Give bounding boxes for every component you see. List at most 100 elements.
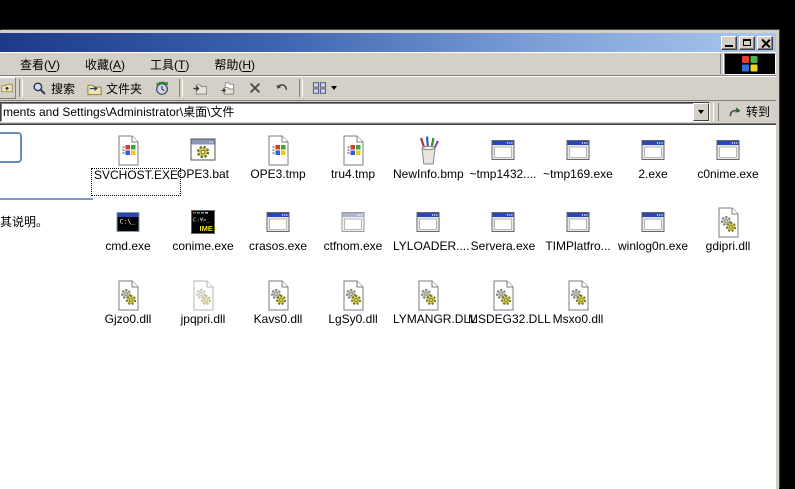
history-icon xyxy=(154,80,170,96)
maximize-button[interactable] xyxy=(739,36,755,50)
address-combo[interactable]: ments and Settings\Administrator\桌面\文件 xyxy=(0,102,710,122)
go-button-label: 转到 xyxy=(746,103,770,120)
webview-divider xyxy=(0,198,93,200)
file-file-icon xyxy=(112,134,144,166)
up-button[interactable] xyxy=(0,77,16,99)
search-button[interactable]: 搜索 xyxy=(26,77,81,99)
views-button[interactable] xyxy=(306,77,343,99)
titlebar[interactable] xyxy=(0,33,776,52)
file-label: jpqpri.dll xyxy=(179,313,228,326)
menu-item[interactable]: 工具(T) xyxy=(138,54,202,75)
file-item[interactable]: TIMPlatfro... xyxy=(541,206,615,253)
folders-button-label: 文件夹 xyxy=(106,80,142,97)
app-file-icon xyxy=(487,206,519,238)
maximize-icon xyxy=(743,39,751,46)
file-item[interactable]: crasos.exe xyxy=(241,206,315,253)
delete-button[interactable] xyxy=(242,77,268,99)
file-label: 2.exe xyxy=(636,168,669,181)
ime-file-icon: C:¥>_IME xyxy=(187,206,219,238)
file-label: LgSy0.dll xyxy=(326,313,379,326)
file-item[interactable]: Gjzo0.dll xyxy=(91,279,165,326)
menu-item[interactable]: 收藏(A) xyxy=(73,54,138,75)
webview-description: 其说明。 xyxy=(0,213,48,230)
history-button[interactable] xyxy=(148,77,176,99)
bmp-file-icon xyxy=(412,134,444,166)
windows-flag-logo xyxy=(724,53,776,75)
file-item[interactable]: ctfnom.exe xyxy=(316,206,390,253)
file-label: Gjzo0.dll xyxy=(103,313,154,326)
file-item[interactable]: Kavs0.dll xyxy=(241,279,315,326)
file-label: Servera.exe xyxy=(469,240,538,253)
file-label: MSDEG32.DLL xyxy=(466,313,553,326)
file-item[interactable]: ~tmp1432.... xyxy=(466,134,540,181)
file-item[interactable]: jpqpri.dll xyxy=(166,279,240,326)
file-label: crasos.exe xyxy=(247,240,309,253)
file-label: ~tmp1432.... xyxy=(467,168,538,181)
svg-text:IME: IME xyxy=(200,224,213,233)
app-gray-file-icon xyxy=(337,206,369,238)
webview-banner-fragment xyxy=(0,132,22,163)
close-button[interactable] xyxy=(757,36,773,50)
file-item[interactable]: 2.exe xyxy=(616,134,690,181)
folders-icon xyxy=(87,81,102,96)
menu-item[interactable]: 查看(V) xyxy=(8,54,73,75)
minimize-icon xyxy=(725,45,733,47)
file-item[interactable]: LYLOADER.... xyxy=(391,206,465,253)
delete-icon xyxy=(248,81,262,95)
file-item[interactable]: LYMANGR.DLL xyxy=(391,279,465,326)
app-file-icon xyxy=(637,134,669,166)
file-label: Msxo0.dll xyxy=(551,313,606,326)
file-item[interactable]: c0nime.exe xyxy=(691,134,765,181)
search-icon xyxy=(32,81,47,96)
batch-file-icon xyxy=(187,134,219,166)
file-item[interactable]: winlog0n.exe xyxy=(616,206,690,253)
dll-file-icon xyxy=(712,206,744,238)
address-separator xyxy=(713,103,719,121)
views-icon xyxy=(312,81,327,95)
menu-item[interactable]: 帮助(H) xyxy=(202,54,268,75)
cmd-file-icon: C:\_ xyxy=(112,206,144,238)
up-folder-icon xyxy=(1,81,13,95)
file-item[interactable]: LgSy0.dll xyxy=(316,279,390,326)
toolbar-separator xyxy=(299,79,303,97)
file-item[interactable]: Msxo0.dll xyxy=(541,279,615,326)
file-item[interactable]: gdipri.dll xyxy=(691,206,765,253)
file-item[interactable]: C:¥>_IME conime.exe xyxy=(166,206,240,253)
dll-file-icon xyxy=(112,279,144,311)
file-item[interactable]: OPE3.tmp xyxy=(241,134,315,181)
menu-items: 查看(V)收藏(A)工具(T)帮助(H) xyxy=(0,53,268,75)
dll-file-icon xyxy=(412,279,444,311)
folders-button[interactable]: 文件夹 xyxy=(81,77,148,99)
svg-text:C:\_: C:\_ xyxy=(120,218,136,226)
file-label: ~tmp169.exe xyxy=(541,168,615,181)
file-item[interactable]: MSDEG32.DLL xyxy=(466,279,540,326)
dll-faded-file-icon xyxy=(187,279,219,311)
app-file-icon xyxy=(262,206,294,238)
file-label: cmd.exe xyxy=(103,240,152,253)
undo-button[interactable] xyxy=(268,77,296,99)
file-label: conime.exe xyxy=(170,240,235,253)
go-arrow-icon xyxy=(727,104,743,119)
file-item[interactable]: Servera.exe xyxy=(466,206,540,253)
address-input[interactable]: ments and Settings\Administrator\桌面\文件 xyxy=(1,103,693,121)
app-file-icon xyxy=(712,134,744,166)
file-area[interactable]: 其说明。 SVCHOST.EXEOPE3.bat OPE3.tmp tru4.tmp… xyxy=(0,124,776,489)
search-button-label: 搜索 xyxy=(51,80,75,97)
file-label: NewInfo.bmp xyxy=(391,168,466,181)
dll-file-icon xyxy=(262,279,294,311)
dll-file-icon xyxy=(487,279,519,311)
move-to-button[interactable] xyxy=(186,77,214,99)
file-item[interactable]: ~tmp169.exe xyxy=(541,134,615,181)
file-item[interactable]: C:\_ cmd.exe xyxy=(91,206,165,253)
go-button[interactable]: 转到 xyxy=(723,102,774,121)
file-item[interactable]: NewInfo.bmp xyxy=(391,134,465,181)
file-item[interactable]: OPE3.bat xyxy=(166,134,240,181)
window-controls xyxy=(721,36,773,50)
svg-text:C:¥>_: C:¥>_ xyxy=(193,218,210,224)
minimize-button[interactable] xyxy=(721,36,737,50)
file-label: OPE3.tmp xyxy=(248,168,307,181)
copy-to-button[interactable] xyxy=(214,77,242,99)
file-item[interactable]: tru4.tmp xyxy=(316,134,390,181)
address-dropdown-button[interactable] xyxy=(693,103,709,121)
file-item[interactable]: SVCHOST.EXE xyxy=(91,134,165,196)
